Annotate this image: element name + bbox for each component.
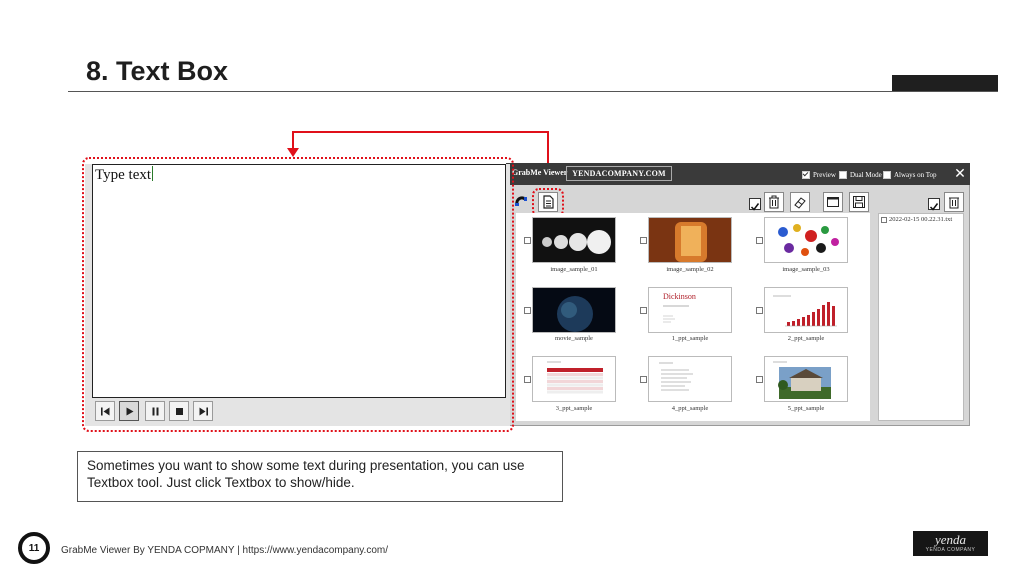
always-on-top-checkbox[interactable] (883, 171, 891, 179)
file-checkbox[interactable] (881, 216, 887, 223)
thumbnail-ppt-4[interactable] (648, 356, 732, 402)
thumbnail-label: image_sample_03 (782, 266, 830, 273)
slide-thumb-title: Dickinson (663, 292, 696, 301)
preview-option[interactable]: Preview (802, 171, 836, 179)
thumbnail-label: movie_sample (555, 335, 593, 342)
thumbnail-image-sample-03[interactable] (764, 217, 848, 263)
thumbnail-checkbox[interactable] (640, 237, 647, 244)
thumbnail-checkbox[interactable] (524, 376, 531, 383)
side-delete-button[interactable] (944, 192, 964, 212)
textbox-window-highlight (82, 157, 514, 432)
dual-mode-option[interactable]: Dual Mode (839, 171, 882, 179)
window-button[interactable] (823, 192, 843, 212)
thumbnail-label: image_sample_01 (550, 266, 598, 273)
delete-button[interactable] (764, 192, 784, 212)
eraser-icon (794, 197, 806, 209)
yenda-logo: yenda YENDA COMPANY (913, 531, 988, 556)
title-accent-bar (892, 75, 998, 91)
thumbnail-movie-sample[interactable] (532, 287, 616, 333)
footer-text: GrabMe Viewer By YENDA COPMANY | https:/… (61, 545, 388, 556)
caption-box: Sometimes you want to show some text dur… (77, 451, 563, 502)
thumbnail-ppt-3[interactable] (532, 356, 616, 402)
company-name-box: YENDACOMPANY.COM (566, 166, 672, 181)
close-icon[interactable]: ✕ (953, 163, 967, 183)
dual-mode-label: Dual Mode (850, 171, 882, 179)
select-all-checkbox[interactable] (749, 198, 761, 211)
always-on-top-option[interactable]: Always on Top (883, 171, 937, 179)
thumbnail-label: 1_ppt_sample (671, 335, 709, 342)
thumbnail-image-sample-02[interactable] (648, 217, 732, 263)
preview-checkbox[interactable] (802, 171, 810, 179)
thumbnail-ppt-1[interactable]: Dickinson (648, 287, 732, 333)
floppy-icon (853, 196, 865, 208)
caption-line: Textbox tool. Just click Textbox to show… (87, 475, 355, 490)
thumbnail-checkbox[interactable] (524, 237, 531, 244)
thumbnail-label: 3_ppt_sample (555, 405, 593, 412)
side-select-checkbox[interactable] (928, 198, 940, 211)
thumbnail-image-sample-01[interactable] (532, 217, 616, 263)
dual-mode-checkbox[interactable] (839, 171, 847, 179)
draw-button[interactable] (790, 192, 810, 212)
thumbnail-ppt-2[interactable] (764, 287, 848, 333)
save-button[interactable] (849, 192, 869, 212)
thumbnail-checkbox[interactable] (640, 307, 647, 314)
thumbnail-ppt-5[interactable] (764, 356, 848, 402)
title-divider (68, 91, 998, 92)
app-name: GrabMe Viewer (512, 168, 568, 177)
page-number: 11 (18, 532, 50, 564)
thumbnail-checkbox[interactable] (756, 376, 763, 383)
window-icon (827, 197, 839, 207)
caption-line: Sometimes you want to show some text dur… (87, 458, 525, 473)
preview-label: Preview (813, 171, 836, 179)
trash-icon (949, 197, 959, 209)
thumbnail-checkbox[interactable] (756, 307, 763, 314)
thumbnail-checkbox[interactable] (524, 307, 531, 314)
logo-subtext: YENDA COMPANY (925, 547, 976, 553)
text-file-list (878, 213, 964, 421)
thumbnail-checkbox[interactable] (640, 376, 647, 383)
magnet-icon[interactable] (512, 192, 532, 212)
trash-icon (769, 195, 779, 209)
pointer-line (292, 131, 549, 133)
logo-script: yenda (934, 532, 967, 547)
file-name: 2022-02-15 00.22.31.txt (889, 216, 953, 223)
thumbnail-label: 4_ppt_sample (671, 405, 709, 412)
slide-title: 8. Text Box (86, 56, 229, 86)
thumbnail-checkbox[interactable] (756, 237, 763, 244)
text-file-item[interactable]: 2022-02-15 00.22.31.txt (881, 216, 952, 223)
thumbnail-label: image_sample_02 (666, 266, 714, 273)
thumbnail-label: 2_ppt_sample (787, 335, 825, 342)
always-on-top-label: Always on Top (894, 171, 937, 179)
thumbnail-label: 5_ppt_sample (787, 405, 825, 412)
arrow-head-icon (287, 148, 299, 157)
